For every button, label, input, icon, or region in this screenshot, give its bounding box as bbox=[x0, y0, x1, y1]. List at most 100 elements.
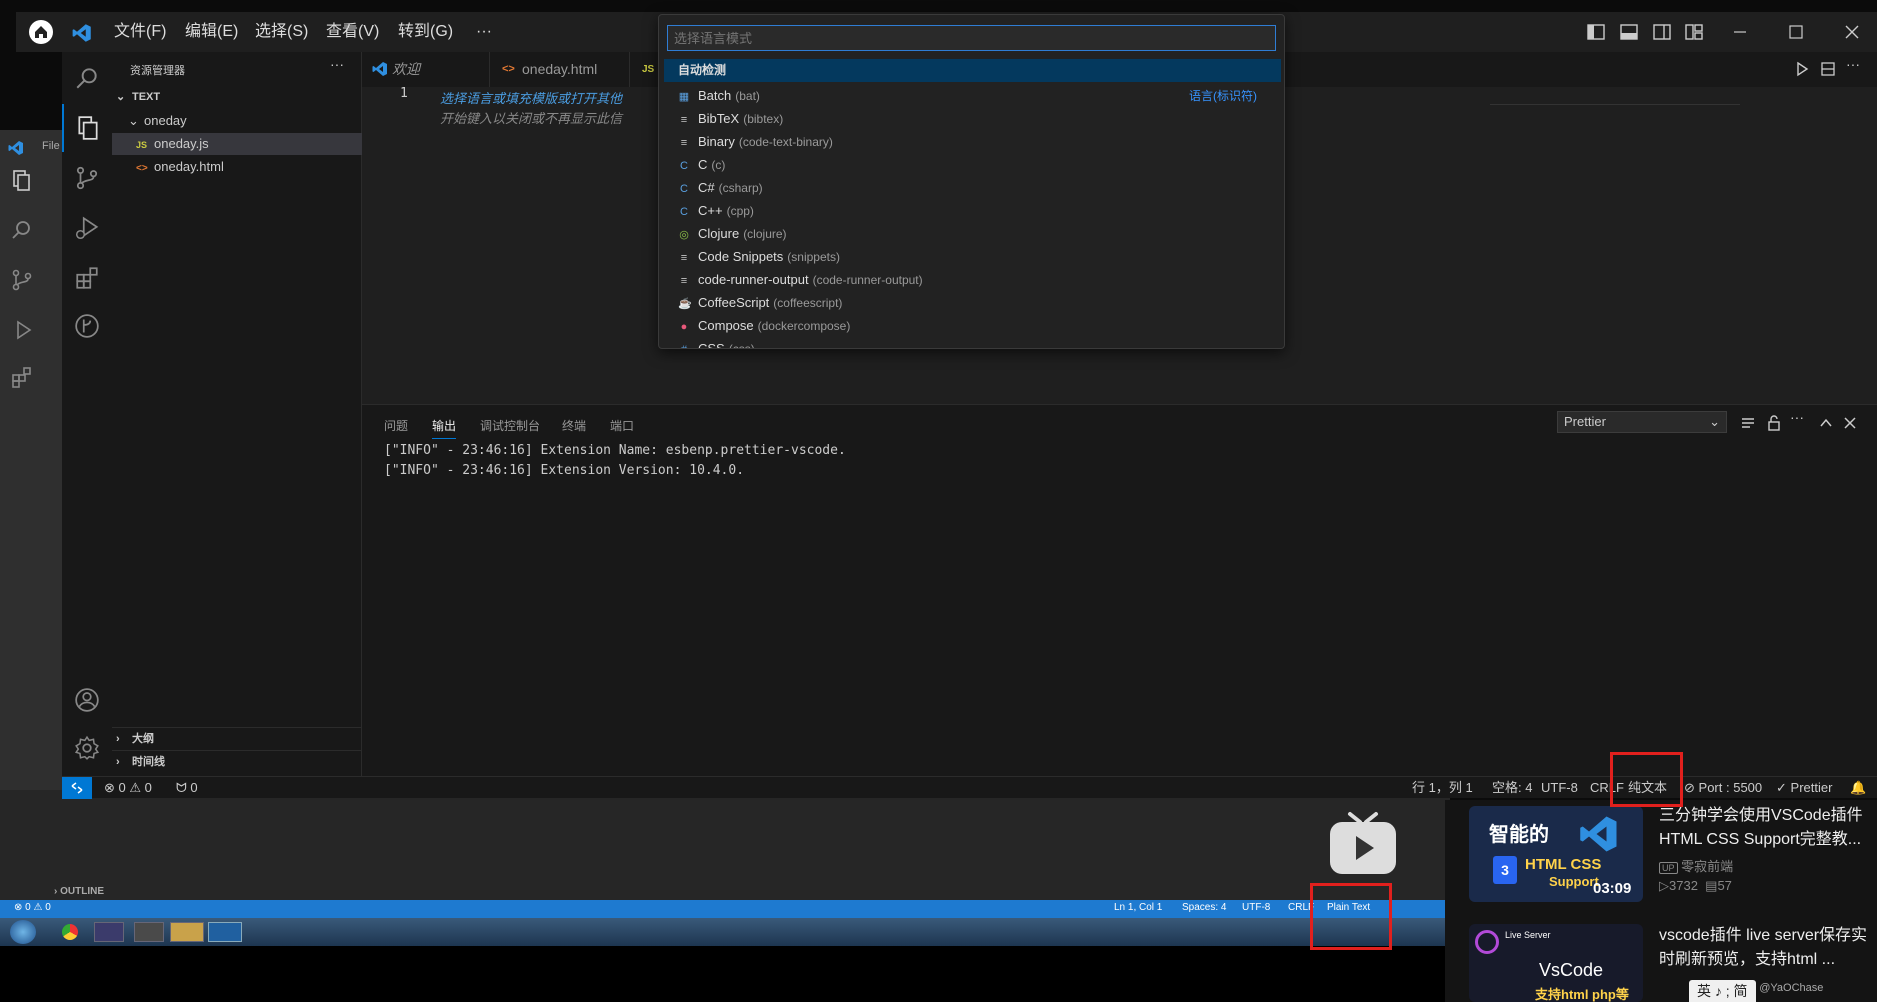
settings-gear-icon[interactable] bbox=[62, 724, 112, 772]
panel-more-button[interactable]: ··· bbox=[1790, 409, 1804, 425]
start-button-icon bbox=[10, 920, 36, 944]
explorer-icon[interactable] bbox=[62, 104, 112, 152]
language-option[interactable]: # CSS(css) bbox=[664, 337, 1281, 349]
problems-indicator[interactable]: ⊗ 0 ⚠ 0 bbox=[104, 777, 152, 799]
home-button[interactable] bbox=[16, 12, 62, 52]
tab-debug-console[interactable]: 调试控制台 bbox=[480, 417, 540, 434]
language-name: CSS bbox=[698, 341, 725, 349]
activity-bar bbox=[62, 52, 112, 776]
cursor-position[interactable]: 行 1，列 1 bbox=[1412, 777, 1473, 799]
customize-layout-icon[interactable] bbox=[1684, 22, 1704, 42]
related-videos-panel: 智能的 3 HTML CSS Support 03:09 三分钟学会使用VSCo… bbox=[1445, 800, 1877, 1002]
language-mode-quickpick: 自动检测 语言(标识符) ▦Batch(bat)≡BibTeX(bibtex)≡… bbox=[658, 14, 1285, 349]
tab-welcome-label: 欢迎 bbox=[392, 61, 420, 77]
explorer-title: 资源管理器 bbox=[130, 65, 185, 77]
antenna-icon: ᗢ bbox=[176, 780, 187, 795]
language-icon: ☕ bbox=[678, 298, 692, 310]
ime-indicator[interactable]: 英 ♪ ; 简 bbox=[1689, 980, 1756, 1002]
timeline-section[interactable]: › 时间线 bbox=[112, 750, 362, 772]
language-option[interactable]: ☕ CoffeeScript (coffeescript) bbox=[664, 291, 1281, 314]
account-icon[interactable] bbox=[62, 676, 112, 724]
prettier-label: Prettier bbox=[1790, 780, 1833, 795]
language-option[interactable]: C C (c) bbox=[664, 153, 1281, 176]
video-title[interactable]: 三分钟学会使用VSCode插件HTML CSS Support完整教... bbox=[1659, 804, 1875, 852]
taskbar-app-icon bbox=[134, 922, 164, 942]
language-option[interactable]: C C++ (cpp) bbox=[664, 199, 1281, 222]
language-search-input[interactable] bbox=[667, 25, 1276, 51]
tab-terminal[interactable]: 终端 bbox=[562, 417, 586, 434]
taskbar-app-icon bbox=[94, 922, 124, 942]
extensions-icon[interactable] bbox=[62, 254, 112, 302]
video-duration: 03:09 bbox=[1593, 880, 1632, 897]
javascript-file-icon: JS bbox=[136, 140, 148, 150]
notifications-bell-icon[interactable]: 🔔 bbox=[1850, 777, 1866, 799]
live-server-port[interactable]: ⊘ Port : 5500 bbox=[1684, 777, 1762, 799]
maximize-panel-icon[interactable] bbox=[1818, 415, 1834, 431]
folder-oneday[interactable]: ⌄ oneday bbox=[112, 110, 362, 132]
file-oneday-html[interactable]: <> oneday.html bbox=[112, 156, 362, 178]
close-panel-icon[interactable] bbox=[1842, 415, 1858, 431]
remote-icon bbox=[71, 782, 83, 794]
video-play-icon[interactable] bbox=[1328, 810, 1398, 876]
editor-more-button[interactable]: ··· bbox=[1846, 56, 1860, 72]
run-code-icon[interactable] bbox=[1794, 61, 1810, 77]
explorer-more-button[interactable]: ··· bbox=[330, 56, 344, 72]
toggle-secondary-sidebar-icon[interactable] bbox=[1652, 22, 1672, 42]
tab-welcome[interactable]: 欢迎 bbox=[362, 52, 490, 87]
menu-edit[interactable]: 编辑(E) bbox=[185, 12, 238, 52]
output-channel-select[interactable]: Prettier ⌄ bbox=[1557, 411, 1727, 433]
folder-root[interactable]: ⌄ TEXT bbox=[112, 86, 362, 108]
language-option[interactable]: ≡ Binary (code-text-binary) bbox=[664, 130, 1281, 153]
language-option[interactable]: C C# (csharp) bbox=[664, 176, 1281, 199]
menu-more[interactable]: ··· bbox=[476, 12, 492, 52]
minimize-icon[interactable] bbox=[1730, 22, 1750, 42]
language-option[interactable]: ≡ Code Snippets (snippets) bbox=[664, 245, 1281, 268]
tab-problems[interactable]: 问题 bbox=[384, 417, 408, 434]
tab-ports[interactable]: 端口 bbox=[610, 417, 634, 434]
language-option[interactable]: ▦ Batch (bat) bbox=[664, 84, 1281, 107]
source-control-icon[interactable] bbox=[62, 154, 112, 202]
line-number: 1 bbox=[400, 86, 408, 101]
menu-view[interactable]: 查看(V) bbox=[326, 12, 379, 52]
close-window-icon[interactable] bbox=[1842, 22, 1862, 42]
tab-oneday-html[interactable]: <> oneday.html bbox=[490, 52, 630, 87]
outline-section[interactable]: › 大纲 bbox=[112, 727, 362, 749]
toggle-sidebar-icon[interactable] bbox=[1586, 22, 1606, 42]
folder-oneday-label: oneday bbox=[144, 113, 187, 128]
menu-go[interactable]: 转到(G) bbox=[398, 12, 453, 52]
toggle-panel-icon[interactable] bbox=[1619, 22, 1639, 42]
auto-detect-item[interactable]: 自动检测 bbox=[664, 59, 1281, 82]
tab-output[interactable]: 输出 bbox=[432, 417, 457, 439]
language-icon: ◎ bbox=[679, 229, 689, 241]
search-icon[interactable] bbox=[62, 54, 112, 102]
encoding[interactable]: UTF-8 bbox=[1541, 777, 1578, 799]
remote-indicator[interactable] bbox=[62, 777, 92, 799]
language-option[interactable]: ● Compose (dockercompose) bbox=[664, 314, 1281, 337]
language-option[interactable]: ◎ Clojure (clojure) bbox=[664, 222, 1281, 245]
git-graph-icon[interactable] bbox=[62, 302, 112, 350]
indentation[interactable]: 空格: 4 bbox=[1492, 777, 1532, 799]
outline-label: 大纲 bbox=[132, 733, 154, 745]
video-thumbnail[interactable]: 智能的 3 HTML CSS Support 03:09 bbox=[1469, 806, 1643, 902]
video-thumbnail[interactable]: Live Server VsCode 支持html php等 bbox=[1469, 924, 1643, 1002]
chrome-taskbar-icon bbox=[62, 924, 78, 940]
maximize-icon[interactable] bbox=[1786, 22, 1806, 42]
explorer-sidebar: 资源管理器 ··· ⌄ TEXT ⌄ oneday JS oneday.js <> on… bbox=[112, 52, 362, 776]
prettier-status[interactable]: ✓ Prettier bbox=[1776, 777, 1832, 799]
language-option[interactable]: ≡ BibTeX (bibtex) bbox=[664, 107, 1281, 130]
menu-selection[interactable]: 选择(S) bbox=[255, 12, 308, 52]
language-option[interactable]: ≡ code-runner-output (code-runner-output) bbox=[664, 268, 1281, 291]
clear-output-icon[interactable] bbox=[1740, 415, 1756, 431]
javascript-file-icon: JS bbox=[642, 64, 655, 75]
video-title[interactable]: vscode插件 live server保存实时刷新预览，支持html ... bbox=[1659, 924, 1875, 972]
file-oneday-js[interactable]: JS oneday.js bbox=[112, 133, 362, 155]
split-editor-icon[interactable] bbox=[1820, 61, 1836, 77]
lock-icon[interactable] bbox=[1766, 415, 1782, 431]
ports-indicator[interactable]: ᗢ 0 bbox=[176, 777, 198, 799]
vscode-logo-icon bbox=[1579, 814, 1619, 854]
menu-file[interactable]: 文件(F) bbox=[114, 12, 166, 52]
video-thumbnail-title: 智能的 bbox=[1489, 824, 1549, 846]
run-debug-icon[interactable] bbox=[62, 204, 112, 252]
language-name: C bbox=[698, 157, 708, 172]
background-file-menu: File bbox=[42, 140, 60, 152]
